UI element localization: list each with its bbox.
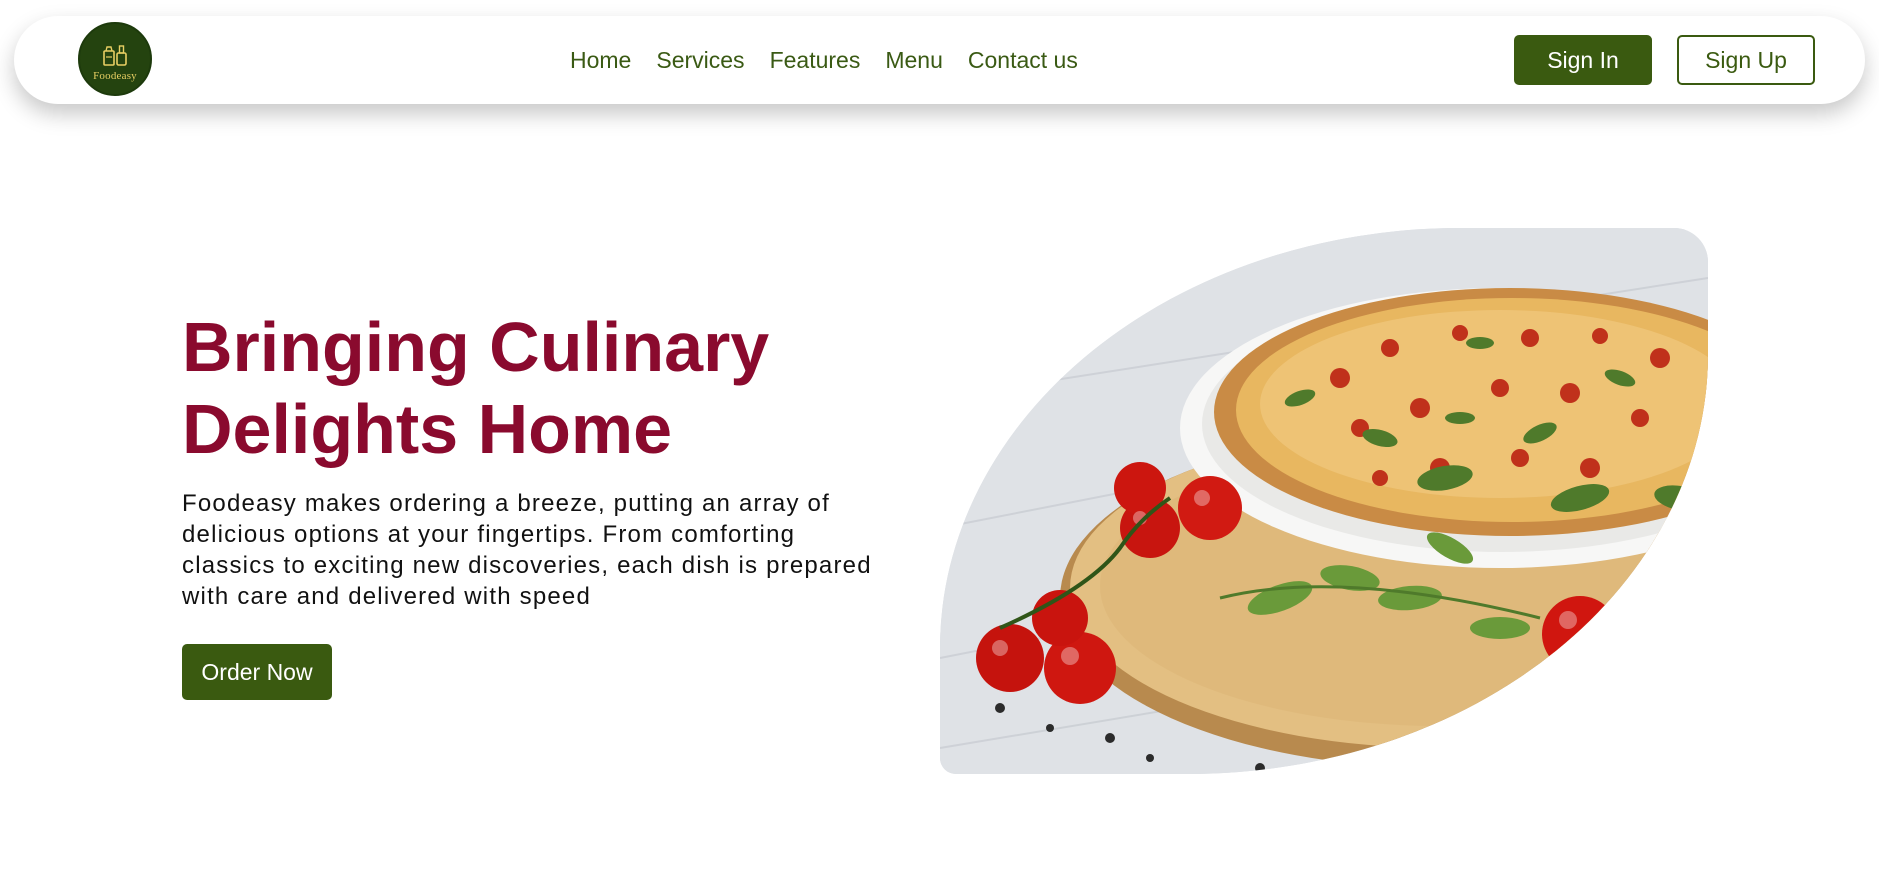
logo[interactable]: Foodeasy — [78, 22, 152, 96]
sign-up-button[interactable]: Sign Up — [1677, 35, 1815, 85]
nav-link-menu[interactable]: Menu — [885, 46, 943, 74]
order-now-button[interactable]: Order Now — [182, 644, 332, 700]
nav-link-services[interactable]: Services — [656, 46, 744, 74]
logo-text: Foodeasy — [93, 69, 137, 82]
pizza-with-tomatoes-and-basil-image — [940, 228, 1708, 774]
nav-links: Home Services Features Menu Contact us — [570, 46, 1103, 74]
food-bottles-icon — [103, 44, 127, 66]
nav-link-features[interactable]: Features — [770, 46, 861, 74]
hero-title: Bringing Culinary Delights Home — [182, 308, 770, 468]
hero-description: Foodeasy makes ordering a breeze, puttin… — [182, 490, 872, 610]
navbar: Foodeasy Home Services Features Menu Con… — [14, 16, 1865, 104]
nav-link-contact[interactable]: Contact us — [968, 46, 1078, 74]
nav-link-home[interactable]: Home — [570, 46, 631, 74]
sign-in-button[interactable]: Sign In — [1514, 35, 1652, 85]
